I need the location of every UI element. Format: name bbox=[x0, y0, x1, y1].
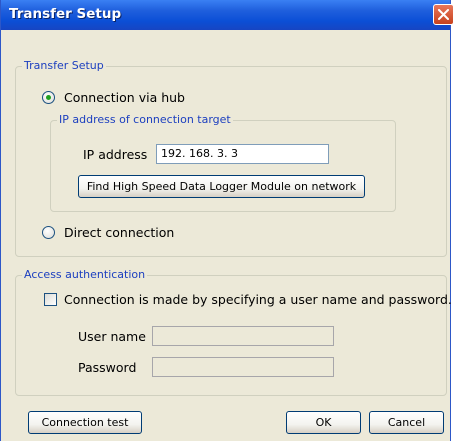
access-authentication-legend: Access authentication bbox=[22, 268, 148, 282]
ok-button[interactable]: OK bbox=[286, 411, 361, 434]
transfer-setup-group: Transfer Setup Connection via hub IP add… bbox=[15, 59, 447, 257]
user-name-input[interactable] bbox=[152, 326, 334, 346]
user-name-label: User name bbox=[78, 329, 146, 344]
ip-address-group: IP address of connection target IP addre… bbox=[50, 113, 396, 212]
auth-checkbox[interactable] bbox=[44, 293, 57, 306]
direct-connection-label[interactable]: Direct connection bbox=[64, 225, 174, 240]
close-icon bbox=[438, 9, 449, 20]
connection-test-button[interactable]: Connection test bbox=[28, 411, 142, 434]
ip-address-input[interactable]: 192. 168. 3. 3 bbox=[156, 144, 329, 164]
radio-selected-dot bbox=[46, 95, 51, 100]
close-button[interactable] bbox=[433, 4, 453, 25]
connection-via-hub-label[interactable]: Connection via hub bbox=[64, 90, 185, 105]
ip-address-label: IP address bbox=[83, 147, 148, 162]
auth-checkbox-label[interactable]: Connection is made by specifying a user … bbox=[64, 292, 452, 307]
direct-connection-radio[interactable] bbox=[42, 226, 55, 239]
cancel-button[interactable]: Cancel bbox=[369, 411, 444, 434]
connection-via-hub-radio[interactable] bbox=[42, 91, 55, 104]
find-module-button[interactable]: Find High Speed Data Logger Module on ne… bbox=[78, 175, 365, 198]
transfer-setup-legend: Transfer Setup bbox=[22, 59, 106, 73]
transfer-setup-dialog: Transfer Setup Transfer Setup Connection… bbox=[0, 0, 453, 441]
dialog-client-area: Transfer Setup Connection via hub IP add… bbox=[1, 30, 452, 441]
password-label: Password bbox=[78, 360, 137, 375]
password-input[interactable] bbox=[152, 357, 334, 377]
window-title: Transfer Setup bbox=[9, 6, 122, 22]
title-bar[interactable]: Transfer Setup bbox=[1, 0, 453, 30]
ip-address-group-legend: IP address of connection target bbox=[57, 113, 233, 127]
access-authentication-group: Access authentication Connection is made… bbox=[15, 268, 452, 396]
